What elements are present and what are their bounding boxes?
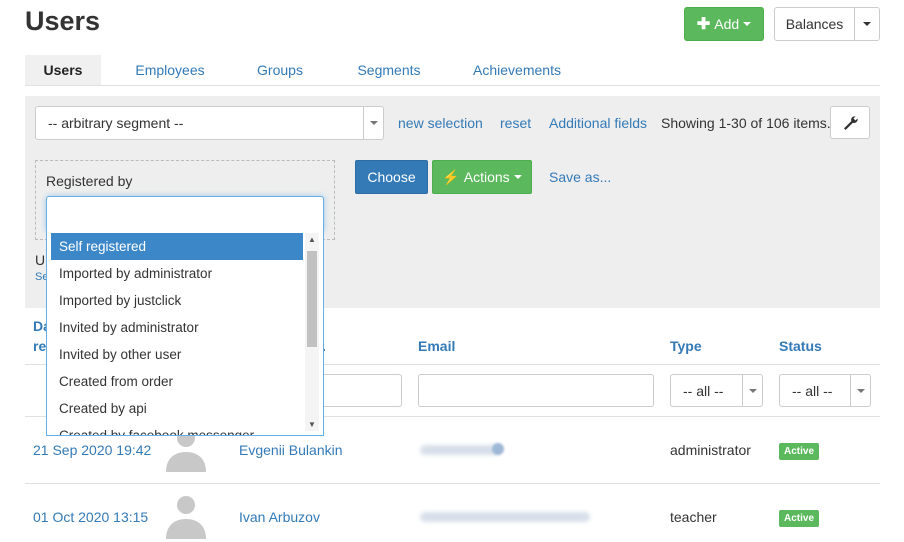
select-arrow-icon: [363, 107, 383, 139]
tab-users[interactable]: Users: [25, 55, 101, 85]
row-divider: [25, 483, 880, 484]
balances-split-button[interactable]: Balances: [774, 7, 880, 41]
user-name-link[interactable]: Ivan Arbuzov: [239, 509, 320, 525]
dropdown-option[interactable]: Self registered: [51, 233, 303, 260]
scrollbar-thumb[interactable]: [307, 251, 317, 347]
user-name-link[interactable]: Evgenii Bulankin: [239, 442, 343, 458]
caret-down-icon: [743, 22, 752, 26]
scroll-down-icon[interactable]: ▼: [308, 420, 316, 429]
segment-select-value: -- arbitrary segment --: [48, 115, 184, 131]
save-as-link[interactable]: Save as...: [549, 169, 611, 185]
type-filter-value: -- all --: [683, 382, 724, 399]
actions-button[interactable]: ⚡ Actions: [432, 160, 532, 194]
add-button-label: Add: [714, 16, 740, 32]
dropdown-option[interactable]: Created by facebook messenger: [51, 422, 303, 435]
dropdown-option[interactable]: Created by api: [51, 395, 303, 422]
row-type: administrator: [670, 442, 751, 458]
name-filter-input[interactable]: [320, 374, 402, 407]
email-blurred: [420, 445, 500, 455]
email-filter-input[interactable]: [418, 374, 654, 407]
dropdown-option[interactable]: Created from order: [51, 368, 303, 395]
registered-by-search-input[interactable]: [46, 196, 324, 232]
select-arrow-icon: [742, 375, 762, 406]
verified-icon: [492, 443, 504, 455]
user-avatar-icon: [166, 496, 206, 539]
column-type[interactable]: Type: [670, 338, 702, 354]
reset-link[interactable]: reset: [500, 115, 531, 131]
partial-label: U: [35, 252, 46, 268]
segment-select[interactable]: -- arbitrary segment --: [35, 106, 384, 140]
page-title: Users: [25, 6, 101, 36]
caret-down-icon: [863, 22, 871, 26]
new-selection-link[interactable]: new selection: [398, 115, 483, 131]
tabs-bar: Users Employees Groups Segments Achievem…: [25, 55, 880, 86]
tab-groups[interactable]: Groups: [245, 55, 315, 85]
dropdown-option[interactable]: Imported by justclick: [51, 287, 303, 314]
balances-button[interactable]: Balances: [775, 8, 855, 40]
dropdown-option[interactable]: Invited by other user: [51, 341, 303, 368]
actions-button-label: Actions: [463, 169, 510, 185]
column-email[interactable]: Email: [418, 338, 455, 354]
status-badge: Active: [779, 510, 820, 527]
lightning-icon: ⚡: [442, 168, 460, 185]
scroll-up-icon[interactable]: ▲: [308, 235, 316, 244]
column-date-line2[interactable]: re: [33, 338, 46, 354]
row-type: teacher: [670, 509, 717, 525]
additional-fields-link[interactable]: Additional fields: [549, 115, 647, 131]
wrench-icon: [844, 115, 858, 130]
status-filter-select[interactable]: -- all --: [779, 374, 871, 407]
balances-dropdown-toggle[interactable]: [855, 8, 879, 40]
showing-count: Showing 1-30 of 106 items.: [661, 115, 831, 131]
type-filter-select[interactable]: -- all --: [670, 374, 763, 407]
status-badge: Active: [779, 443, 820, 460]
avatar: [162, 491, 210, 539]
select-arrow-icon: [850, 375, 870, 406]
add-button[interactable]: ✚ Add: [684, 7, 764, 41]
registered-by-label: Registered by: [46, 173, 133, 189]
column-status[interactable]: Status: [779, 338, 822, 354]
tab-achievements[interactable]: Achievements: [465, 55, 569, 85]
caret-down-icon: [513, 175, 522, 179]
status-filter-value: -- all --: [792, 382, 833, 399]
tab-employees[interactable]: Employees: [121, 55, 219, 85]
dropdown-option[interactable]: Imported by administrator: [51, 260, 303, 287]
row-date[interactable]: 01 Oct 2020 13:15: [33, 509, 148, 525]
row-date[interactable]: 21 Sep 2020 19:42: [33, 442, 151, 458]
dropdown-option[interactable]: Invited by administrator: [51, 314, 303, 341]
plus-icon: ✚: [696, 16, 711, 33]
registered-by-dropdown-list: Self registered Imported by administrato…: [46, 229, 324, 436]
dropdown-scrollbar[interactable]: ▲ ▼: [305, 233, 319, 431]
choose-button[interactable]: Choose: [355, 160, 428, 194]
settings-button[interactable]: [830, 106, 870, 139]
email-blurred: [420, 512, 590, 522]
tab-segments[interactable]: Segments: [345, 55, 433, 85]
